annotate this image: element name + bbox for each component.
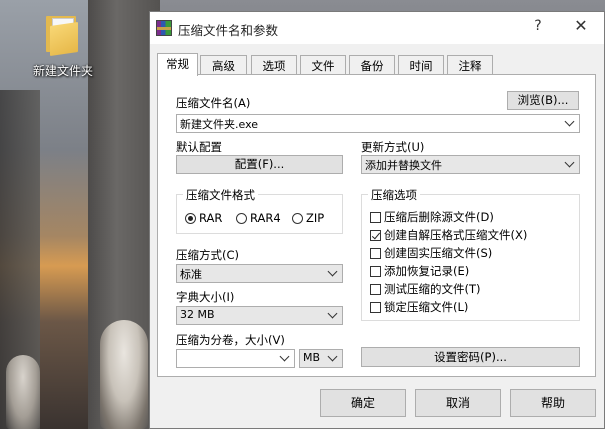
title-bar: 压缩文件名和参数 ? ✕ [150,12,604,44]
method-label: 压缩方式(C) [176,248,240,262]
format-group-title: 压缩文件格式 [183,187,258,203]
options-group: 压缩选项 压缩后删除源文件(D) 创建自解压格式压缩文件(X) 创建固实压缩文件… [361,187,580,321]
update-mode-value: 添加并替换文件 [365,159,442,172]
option-lock-archive[interactable]: 锁定压缩文件(L) [370,299,468,315]
update-mode-label: 更新方式(U) [361,140,425,154]
chevron-down-icon [327,351,338,362]
radio-selected-icon [185,213,196,224]
tab-options[interactable]: 选项 [251,55,297,75]
close-icon[interactable]: ✕ [570,16,592,35]
checkbox-checked-icon [370,230,381,241]
checkbox-icon [370,302,381,313]
ok-button[interactable]: 确定 [320,389,406,417]
dict-select[interactable]: 32 MB [176,306,343,325]
method-value: 标准 [180,268,202,281]
archive-name-value: 新建文件夹.exe [180,118,259,131]
checkbox-icon [370,266,381,277]
dict-value: 32 MB [180,308,215,321]
option-delete-after[interactable]: 压缩后删除源文件(D) [370,209,494,225]
archive-name-label: 压缩文件名(A) [176,96,251,110]
method-select[interactable]: 标准 [176,264,343,283]
general-panel: 压缩文件名(A) 浏览(B)... 新建文件夹.exe 默认配置 配置(F)..… [157,74,596,377]
folder-icon [46,14,80,56]
wallpaper-statue-small [6,355,40,429]
chevron-down-icon [564,116,575,127]
tab-time[interactable]: 时间 [398,55,444,75]
radio-zip-label: ZIP [306,211,325,225]
option-solid[interactable]: 创建固实压缩文件(S) [370,245,492,261]
cancel-button[interactable]: 取消 [415,389,501,417]
chevron-down-icon [327,266,338,277]
checkbox-icon [370,248,381,259]
winrar-icon [156,20,172,36]
dialog-title: 压缩文件名和参数 [178,23,279,38]
update-mode-select[interactable]: 添加并替换文件 [361,155,580,174]
browse-button[interactable]: 浏览(B)... [507,91,579,110]
option-create-sfx[interactable]: 创建自解压格式压缩文件(X) [370,227,527,243]
chevron-down-icon [279,351,290,362]
default-profile-label: 默认配置 [176,140,222,154]
profile-button[interactable]: 配置(F)... [176,155,343,174]
radio-icon [236,213,247,224]
radio-rar4[interactable]: RAR4 [236,211,281,225]
dict-label: 字典大小(I) [176,290,235,304]
tab-backup[interactable]: 备份 [349,55,395,75]
split-label: 压缩为分卷，大小(V) [176,333,285,347]
archive-dialog: 压缩文件名和参数 ? ✕ 常规 高级 选项 文件 备份 时间 注释 压缩文件名(… [149,11,605,429]
radio-rar[interactable]: RAR [185,211,222,225]
split-unit-value: MB [303,351,321,364]
option-recovery-record-label: 添加恢复记录(E) [384,264,470,278]
help-button[interactable]: 帮助 [510,389,596,417]
option-test-files[interactable]: 测试压缩的文件(T) [370,281,481,297]
split-unit-select[interactable]: MB [299,349,343,368]
tab-advanced[interactable]: 高级 [200,55,247,75]
option-recovery-record[interactable]: 添加恢复记录(E) [370,263,469,279]
option-solid-label: 创建固实压缩文件(S) [384,246,493,260]
tab-comment[interactable]: 注释 [447,55,493,75]
radio-rar4-label: RAR4 [250,211,281,225]
radio-zip[interactable]: ZIP [292,211,324,225]
desktop-folder[interactable]: 新建文件夹 [28,14,98,79]
archive-name-input[interactable]: 新建文件夹.exe [176,114,580,133]
option-delete-after-label: 压缩后删除源文件(D) [384,210,494,224]
options-group-title: 压缩选项 [368,187,420,203]
set-password-button[interactable]: 设置密码(P)... [361,347,580,367]
tab-general[interactable]: 常规 [157,53,198,76]
checkbox-icon [370,284,381,295]
help-icon[interactable]: ? [528,18,548,34]
tab-files[interactable]: 文件 [300,55,346,75]
checkbox-icon [370,212,381,223]
split-size-input[interactable] [176,349,295,368]
radio-icon [292,213,303,224]
desktop-folder-label: 新建文件夹 [32,64,93,78]
option-lock-archive-label: 锁定压缩文件(L) [384,300,469,314]
option-create-sfx-label: 创建自解压格式压缩文件(X) [384,228,528,242]
chevron-down-icon [327,308,338,319]
chevron-down-icon [564,157,575,168]
format-group: 压缩文件格式 RAR RAR4 ZIP [176,187,343,234]
option-test-files-label: 测试压缩的文件(T) [384,282,481,296]
radio-rar-label: RAR [199,211,223,225]
wallpaper-statue [100,320,148,429]
